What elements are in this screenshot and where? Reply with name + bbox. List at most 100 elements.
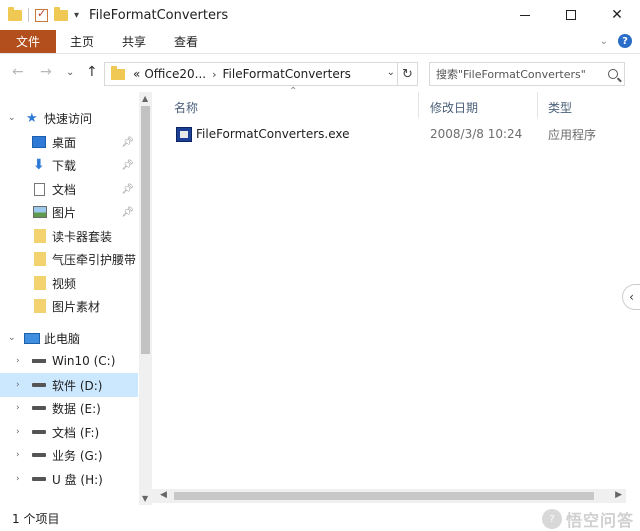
nav-label: 文档 [52, 182, 77, 197]
chevron-right-icon[interactable]: › [16, 380, 20, 390]
address-dropdown-icon[interactable]: ⌄ [387, 67, 395, 78]
new-folder-icon[interactable] [54, 6, 68, 21]
refresh-icon[interactable]: ↻ [397, 63, 417, 85]
pin-icon: 📌︎ [121, 183, 134, 195]
picture-icon [33, 206, 47, 218]
document-icon [34, 182, 45, 196]
ribbon-tabs: 文件 主页 共享 查看 ⌄ ? [0, 30, 640, 54]
scrollbar-thumb[interactable] [174, 492, 594, 500]
nav-item-documents[interactable]: 文档 📌︎ [0, 177, 138, 201]
nav-drive-e[interactable]: › 数据 (E:) [0, 396, 138, 420]
folder-icon [34, 252, 46, 266]
nav-label: Win10 (C:) [52, 354, 116, 368]
chevron-right-icon[interactable]: › [16, 427, 20, 437]
search-placeholder: 搜索"FileFormatConverters" [436, 68, 586, 81]
expand-ribbon-icon[interactable]: ⌄ [600, 36, 608, 47]
maximize-button[interactable] [548, 0, 594, 30]
search-icon[interactable] [608, 69, 618, 79]
close-icon: ✕ [611, 7, 623, 23]
star-icon: ★ [26, 110, 38, 126]
chevron-down-icon[interactable]: ⌄ [8, 113, 16, 123]
help-icon[interactable]: ? [618, 34, 632, 48]
scroll-up-icon[interactable]: ▲ [142, 94, 148, 103]
folder-icon[interactable] [8, 6, 22, 21]
nav-label: 文档 (F:) [52, 425, 100, 440]
file-type: 应用程序 [548, 127, 597, 142]
nav-label: 业务 (G:) [52, 448, 103, 463]
column-header-type[interactable]: 类型 [548, 96, 572, 118]
status-bar: 1 个项目 ? 悟空问答 [0, 505, 640, 531]
address-bar[interactable]: « Office20... › FileFormatConverters ⌄ ↻ [104, 62, 418, 86]
nav-item-folder[interactable]: 图片素材 [0, 294, 138, 318]
breadcrumb-overflow[interactable]: « [133, 67, 140, 81]
nav-quick-access[interactable]: ⌄ ★ 快速访问 [0, 106, 138, 130]
nav-item-desktop[interactable]: 桌面 📌︎ [0, 130, 138, 154]
nav-this-pc[interactable]: ⌄ 此电脑 [0, 326, 138, 350]
nav-drive-h[interactable]: › U 盘 (H:) [0, 467, 138, 491]
nav-label: U 盘 (H:) [52, 472, 103, 487]
forward-arrow-icon[interactable]: → [40, 64, 52, 80]
maximize-icon [566, 10, 576, 20]
ribbon-right-controls: ⌄ ? [600, 34, 632, 48]
watermark: ? 悟空问答 [541, 507, 634, 531]
tab-file[interactable]: 文件 [0, 30, 56, 53]
breadcrumb-item[interactable]: Office20... [144, 67, 206, 81]
nav-drive-c[interactable]: › Win10 (C:) [0, 349, 138, 373]
pin-icon: 📌︎ [121, 206, 134, 218]
nav-drive-g[interactable]: › 业务 (G:) [0, 443, 138, 467]
tab-home[interactable]: 主页 [56, 30, 108, 53]
tab-view[interactable]: 查看 [160, 30, 212, 53]
sort-ascending-icon: ⌃ [289, 86, 298, 97]
pin-icon: 📌︎ [121, 136, 134, 148]
window-controls: ✕ [502, 0, 640, 30]
item-count: 1 个项目 [12, 511, 60, 526]
recent-locations-icon[interactable]: ⌄ [66, 67, 74, 78]
title-bar: ▾ FileFormatConverters ✕ [0, 0, 640, 30]
folder-icon [111, 65, 125, 80]
nav-item-folder[interactable]: 气压牵引护腰带 [0, 247, 138, 271]
minimize-icon [520, 14, 530, 16]
scroll-right-icon[interactable]: ▶ [615, 490, 622, 500]
file-list-pane: ⌃ 名称 修改日期 类型 FileFormatConverters.exe 20… [152, 86, 640, 505]
file-name[interactable]: FileFormatConverters.exe [196, 127, 350, 141]
chevron-right-icon[interactable]: › [16, 474, 20, 484]
column-divider[interactable] [418, 92, 419, 118]
back-arrow-icon[interactable]: ← [12, 64, 24, 80]
address-row: ← → ⌄ ↑ « Office20... › FileFormatConver… [0, 54, 640, 92]
column-divider[interactable] [537, 92, 538, 118]
scroll-down-icon[interactable]: ▼ [142, 494, 148, 503]
properties-icon[interactable] [35, 7, 48, 22]
watermark-text: 悟空问答 [565, 511, 634, 530]
chevron-right-icon[interactable]: › [16, 403, 20, 413]
scroll-left-icon[interactable]: ◀ [160, 490, 167, 500]
breadcrumb-chevron-icon[interactable]: › [212, 68, 216, 81]
chevron-right-icon[interactable]: › [16, 450, 20, 460]
scrollbar-thumb[interactable] [141, 106, 150, 354]
nav-item-downloads[interactable]: ⬇ 下载 📌︎ [0, 153, 138, 177]
up-arrow-icon[interactable]: ↑ [86, 64, 98, 80]
file-modified: 2008/3/8 10:24 [430, 127, 523, 141]
nav-drive-d[interactable]: › 软件 (D:) [0, 373, 138, 397]
tab-share[interactable]: 共享 [108, 30, 160, 53]
file-row[interactable]: FileFormatConverters.exe 2008/3/8 10:24 … [168, 123, 628, 145]
horizontal-scrollbar[interactable]: ◀ ▶ [152, 489, 626, 503]
folder-icon [34, 229, 46, 243]
nav-item-pictures[interactable]: 图片 📌︎ [0, 200, 138, 224]
column-header-modified[interactable]: 修改日期 [430, 96, 478, 118]
drive-icon [32, 406, 46, 410]
nav-item-folder[interactable]: 读卡器套装 [0, 224, 138, 248]
chevron-right-icon[interactable]: › [16, 356, 20, 366]
chevron-down-icon[interactable]: ⌄ [8, 333, 16, 343]
nav-scrollbar[interactable]: ▲ ▼ [139, 92, 152, 505]
nav-label: 图片素材 [52, 299, 101, 314]
nav-item-videos[interactable]: 视频 [0, 271, 138, 295]
nav-label: 下载 [52, 158, 77, 173]
column-header-name[interactable]: 名称 [174, 96, 198, 118]
search-input[interactable]: 搜索"FileFormatConverters" [429, 62, 625, 86]
minimize-button[interactable] [502, 0, 548, 30]
nav-drive-f[interactable]: › 文档 (F:) [0, 420, 138, 444]
customize-toolbar-icon[interactable]: ▾ [74, 10, 79, 21]
breadcrumb-current[interactable]: FileFormatConverters [223, 67, 351, 81]
nav-label: 气压牵引护腰带 [52, 252, 137, 267]
close-button[interactable]: ✕ [594, 0, 640, 30]
